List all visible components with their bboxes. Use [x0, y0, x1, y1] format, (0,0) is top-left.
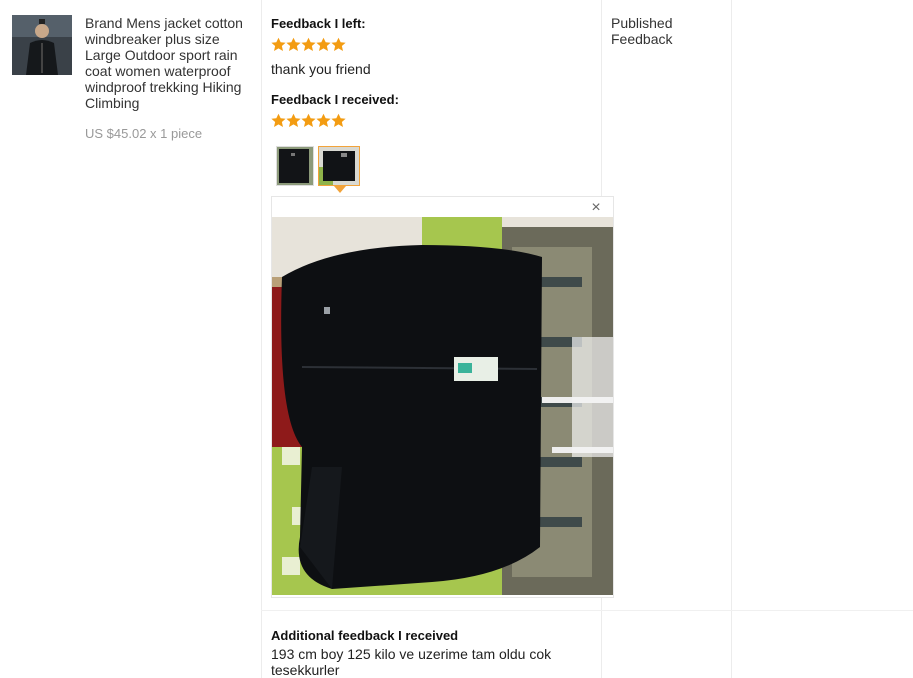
feedback-photo-thumb[interactable]: [276, 146, 314, 186]
column-divider: [731, 0, 732, 678]
photo-preview-popup: ×: [271, 196, 614, 598]
product-name[interactable]: Brand Mens jacket cotton windbreaker plu…: [85, 15, 255, 111]
row-divider: [261, 610, 913, 611]
star-icon: [271, 113, 286, 127]
feedback-status: Published Feedback: [611, 15, 673, 47]
feedback-received-label: Feedback I received:: [271, 92, 399, 107]
star-icon: [301, 37, 316, 51]
feedback-left-comment: thank you friend: [271, 61, 371, 77]
product-thumbnail[interactable]: [12, 15, 72, 75]
star-icon: [271, 37, 286, 51]
star-icon: [331, 113, 346, 127]
product-price: US $45.02 x 1 piece: [85, 126, 203, 141]
column-divider: [261, 0, 262, 678]
feedback-photo-thumb-selected[interactable]: [318, 146, 360, 186]
feedback-photo-large[interactable]: [272, 217, 613, 595]
star-icon: [286, 113, 301, 127]
star-icon: [316, 113, 331, 127]
star-icon: [331, 37, 346, 51]
star-icon: [286, 37, 301, 51]
star-icon: [316, 37, 331, 51]
feedback-received-stars: [271, 113, 346, 128]
feedback-left-label: Feedback I left:: [271, 16, 366, 31]
additional-feedback-label: Additional feedback I received: [271, 628, 459, 643]
feedback-left-stars: [271, 37, 346, 52]
selected-photo-caret: [334, 186, 346, 193]
close-icon[interactable]: ×: [589, 200, 603, 216]
additional-feedback-text: 193 cm boy 125 kilo ve uzerime tam oldu …: [271, 646, 552, 678]
star-icon: [301, 113, 316, 127]
